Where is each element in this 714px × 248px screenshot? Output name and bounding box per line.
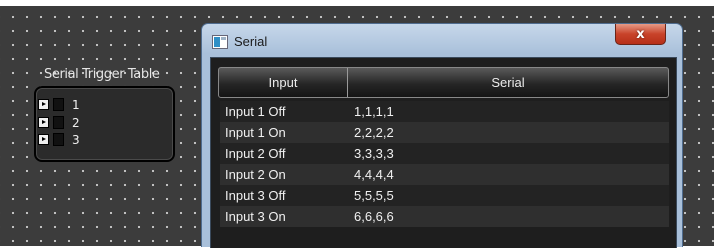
cell-input: Input 3 On xyxy=(225,209,286,224)
cell-serial: 2,2,2,2 xyxy=(354,125,394,140)
serial-trigger-table-block[interactable]: 1 2 3 xyxy=(34,86,175,162)
column-header-serial[interactable]: Serial xyxy=(348,68,668,97)
close-button[interactable]: x xyxy=(615,24,666,45)
table-body: Input 1 Off 1,1,1,1 Input 1 On 2,2,2,2 I… xyxy=(220,101,669,227)
cell-serial: 6,6,6,6 xyxy=(354,209,394,224)
port-arrow-icon[interactable] xyxy=(38,117,49,128)
cell-serial: 1,1,1,1 xyxy=(354,104,394,119)
table-row[interactable]: Input 2 Off 3,3,3,3 xyxy=(220,143,669,164)
app-window-icon xyxy=(212,35,228,49)
window-title: Serial xyxy=(234,34,268,49)
column-header-input[interactable]: Input xyxy=(219,68,348,97)
port-label: 3 xyxy=(72,132,80,147)
window-client-area: Input Serial Input 1 Off 1,1,1,1 Input 1… xyxy=(210,57,677,248)
port-connector[interactable] xyxy=(53,116,64,129)
cell-serial: 3,3,3,3 xyxy=(354,146,394,161)
table-row[interactable]: Input 1 Off 1,1,1,1 xyxy=(220,101,669,122)
table-row[interactable]: Input 3 On 6,6,6,6 xyxy=(220,206,669,227)
close-icon: x xyxy=(636,26,645,42)
table-row[interactable]: Input 1 On 2,2,2,2 xyxy=(220,122,669,143)
cell-input: Input 2 On xyxy=(225,167,286,182)
input-port-3[interactable]: 3 xyxy=(36,132,80,147)
cell-input: Input 3 Off xyxy=(225,188,286,203)
cell-serial: 4,4,4,4 xyxy=(354,167,394,182)
window-titlebar[interactable]: Serial x xyxy=(202,24,682,58)
input-port-1[interactable]: 1 xyxy=(36,97,80,112)
port-label: 1 xyxy=(72,97,80,112)
port-arrow-icon[interactable] xyxy=(38,99,49,110)
port-connector[interactable] xyxy=(53,133,64,146)
table-row[interactable]: Input 3 Off 5,5,5,5 xyxy=(220,185,669,206)
port-label: 2 xyxy=(72,115,80,130)
cell-serial: 5,5,5,5 xyxy=(354,188,394,203)
port-arrow-icon[interactable] xyxy=(38,134,49,145)
table-row[interactable]: Input 2 On 4,4,4,4 xyxy=(220,164,669,185)
block-title: Serial Trigger Table xyxy=(44,67,160,82)
cell-input: Input 1 Off xyxy=(225,104,286,119)
cell-input: Input 2 Off xyxy=(225,146,286,161)
cell-input: Input 1 On xyxy=(225,125,286,140)
serial-window[interactable]: Serial x Input Serial Input 1 Off 1,1,1,… xyxy=(201,23,683,248)
port-connector[interactable] xyxy=(53,98,64,111)
table-header: Input Serial xyxy=(218,67,669,98)
input-port-2[interactable]: 2 xyxy=(36,115,80,130)
